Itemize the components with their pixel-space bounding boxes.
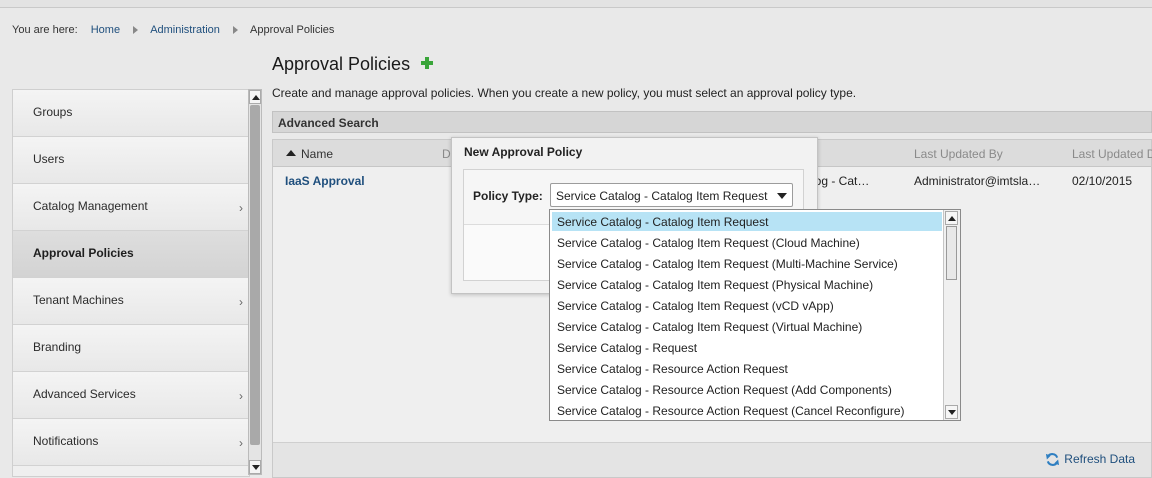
column-header-description[interactable]: D: [442, 147, 451, 161]
sidebar-item-advanced-services[interactable]: Advanced Services ›: [13, 372, 249, 419]
last-updated-date-cell: 02/10/2015: [1072, 174, 1133, 188]
sidebar-item-catalog-management[interactable]: Catalog Management ›: [13, 184, 249, 231]
column-header-last-updated-by[interactable]: Last Updated By: [914, 147, 1003, 161]
sidebar-item-tenant-machines[interactable]: Tenant Machines ›: [13, 278, 249, 325]
sort-ascending-icon[interactable]: [286, 150, 296, 156]
dropdown-option[interactable]: Service Catalog - Catalog Item Request (…: [552, 254, 942, 273]
sidebar-nav: Groups Users Catalog Management › Approv…: [12, 89, 250, 477]
dropdown-option[interactable]: Service Catalog - Catalog Item Request: [552, 212, 942, 231]
breadcrumb-current: Approval Policies: [250, 24, 335, 37]
refresh-data-label: Refresh Data: [1064, 452, 1135, 466]
sidebar-item-label: Groups: [33, 105, 73, 119]
arrow-up-icon: [948, 216, 956, 221]
sidebar-item-approval-policies[interactable]: Approval Policies: [13, 231, 249, 278]
dropdown-option[interactable]: Service Catalog - Resource Action Reques…: [552, 380, 942, 399]
arrow-down-icon: [948, 410, 956, 415]
refresh-icon: [1046, 453, 1060, 467]
sidebar-item-label: Tenant Machines: [33, 293, 124, 307]
top-strip: [0, 0, 1152, 8]
breadcrumb-prefix: You are here:: [12, 24, 78, 37]
grid-footer: Refresh Data: [273, 442, 1151, 477]
breadcrumb-administration-link[interactable]: Administration: [150, 24, 220, 36]
chevron-down-icon: [777, 193, 787, 199]
advanced-search-label: Advanced Search: [278, 116, 379, 130]
dropdown-option-label: Service Catalog - Catalog Item Request (…: [557, 320, 863, 334]
sidebar-item-notifications[interactable]: Notifications ›: [13, 419, 249, 466]
scrollbar-thumb[interactable]: [250, 105, 260, 445]
column-header-name[interactable]: Name: [301, 147, 333, 161]
dropdown-option[interactable]: Service Catalog - Resource Action Reques…: [552, 401, 942, 420]
sidebar-item-label: Branding: [33, 340, 82, 354]
dropdown-option[interactable]: Service Catalog - Catalog Item Request (…: [552, 317, 942, 336]
advanced-search-bar[interactable]: Advanced Search: [272, 111, 1152, 133]
sidebar-item-branding[interactable]: Branding: [13, 325, 249, 372]
scroll-down-button[interactable]: [249, 460, 261, 474]
sidebar-item-label: Catalog Management: [33, 199, 148, 213]
breadcrumb-separator-icon: [133, 26, 139, 35]
dropdown-option-label: Service Catalog - Catalog Item Request (…: [557, 299, 834, 313]
add-policy-icon[interactable]: [420, 56, 434, 70]
sidebar-item-label: Notifications: [33, 434, 99, 448]
scroll-down-button[interactable]: [945, 405, 958, 419]
dropdown-option-label: Service Catalog - Catalog Item Request (…: [557, 236, 860, 250]
dropdown-option-label: Service Catalog - Request: [557, 341, 698, 355]
scroll-up-button[interactable]: [945, 211, 958, 225]
dropdown-option-label: Service Catalog - Resource Action Reques…: [557, 383, 892, 397]
chevron-right-icon: ›: [239, 389, 243, 403]
policy-type-dropdown-list[interactable]: Service Catalog - Catalog Item Request S…: [549, 209, 961, 421]
dropdown-scrollbar[interactable]: [943, 210, 960, 420]
policy-name-link[interactable]: IaaS Approval: [285, 174, 365, 188]
policy-type-label: Policy Type:: [473, 189, 543, 203]
policy-type-select[interactable]: Service Catalog - Catalog Item Request: [550, 183, 793, 207]
dropdown-option[interactable]: Service Catalog - Catalog Item Request (…: [552, 275, 942, 294]
dropdown-option[interactable]: Service Catalog - Catalog Item Request (…: [552, 233, 942, 252]
dropdown-option-label: Service Catalog - Resource Action Reques…: [557, 362, 788, 376]
dropdown-option[interactable]: Service Catalog - Catalog Item Request (…: [552, 296, 942, 315]
dropdown-option-label: Service Catalog - Catalog Item Request (…: [557, 278, 874, 292]
sidebar-item-label: Users: [33, 152, 65, 166]
dropdown-option[interactable]: Service Catalog - Resource Action Reques…: [552, 359, 942, 378]
dropdown-option[interactable]: Service Catalog - Request: [552, 338, 942, 357]
page-description: Create and manage approval policies. Whe…: [272, 86, 857, 100]
chevron-right-icon: ›: [239, 295, 243, 309]
dropdown-option-label: Service Catalog - Resource Action Reques…: [557, 404, 905, 418]
chevron-right-icon: ›: [239, 436, 243, 450]
scroll-up-button[interactable]: [249, 90, 261, 104]
last-updated-by-cell: Administrator@imtsla…: [914, 174, 1041, 188]
sidebar-scrollbar[interactable]: [248, 89, 262, 475]
sidebar-item-users[interactable]: Users: [13, 137, 249, 184]
breadcrumb-home-link[interactable]: Home: [91, 24, 120, 36]
arrow-up-icon: [252, 95, 260, 100]
page-title: Approval Policies: [272, 54, 411, 74]
dialog-title: New Approval Policy: [464, 145, 583, 159]
refresh-data-button[interactable]: Refresh Data: [1045, 452, 1135, 467]
scrollbar-thumb[interactable]: [946, 226, 957, 280]
sidebar-item-groups[interactable]: Groups: [13, 90, 249, 137]
arrow-down-icon: [252, 465, 260, 470]
breadcrumb-separator-icon: [232, 26, 238, 35]
chevron-right-icon: ›: [239, 201, 243, 215]
column-header-last-updated-date[interactable]: Last Updated D: [1072, 147, 1152, 161]
sidebar-item-label: Approval Policies: [33, 246, 134, 260]
sidebar-item-label: Advanced Services: [33, 387, 136, 401]
breadcrumb: You are here: Home Administration Approv…: [12, 24, 334, 38]
policy-type-selected-value: Service Catalog - Catalog Item Request: [556, 189, 768, 203]
dropdown-option-label: Service Catalog - Catalog Item Request (…: [557, 257, 898, 271]
dropdown-option-label: Service Catalog - Catalog Item Request: [557, 215, 769, 229]
